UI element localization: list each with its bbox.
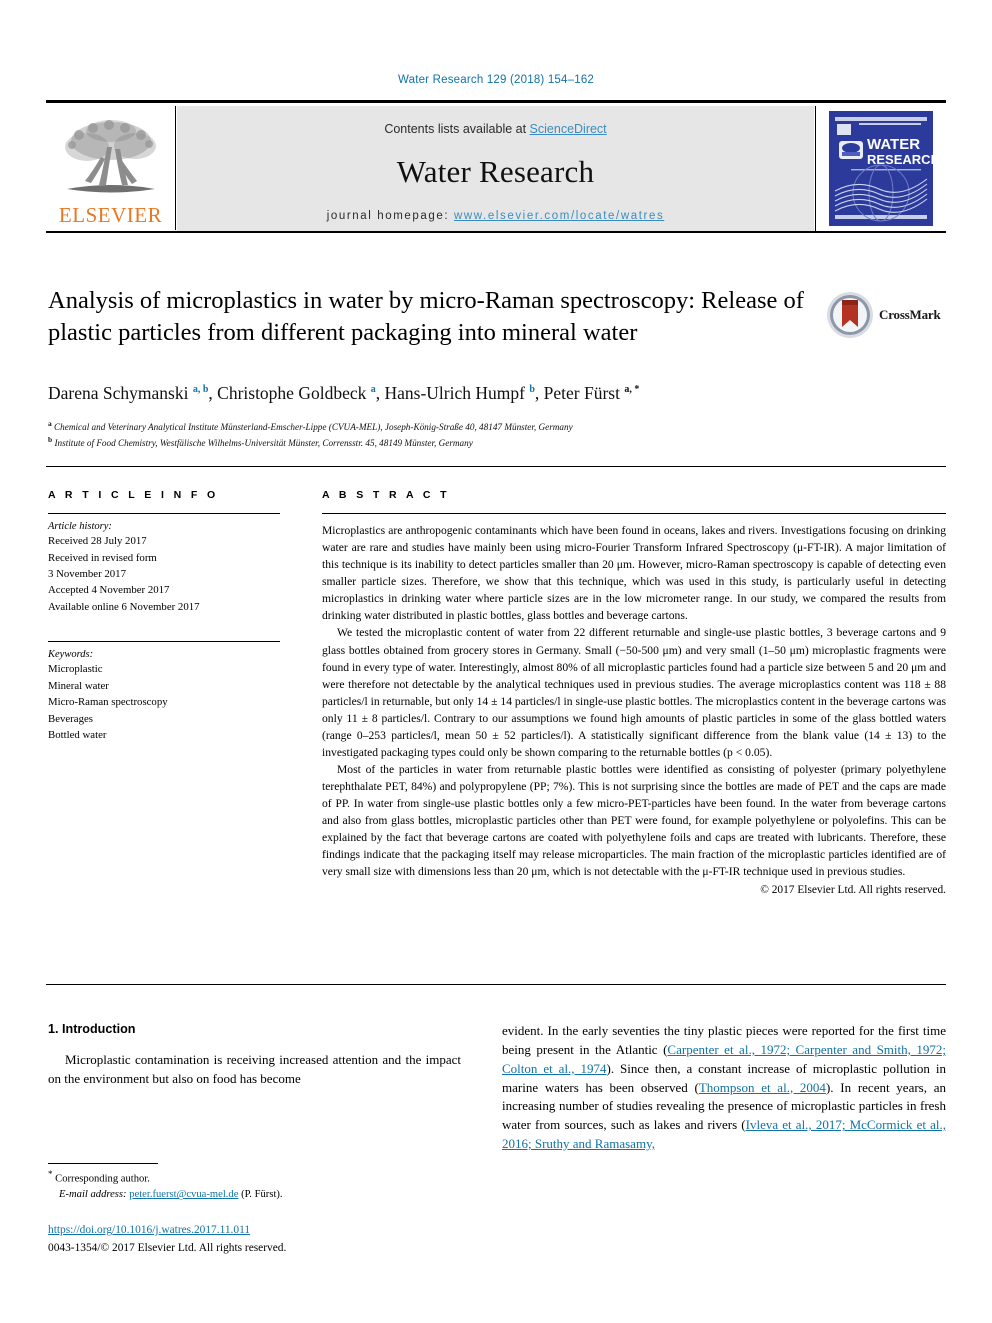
section-heading-introduction: 1. Introduction — [48, 1022, 136, 1036]
author-separator: , — [208, 383, 218, 403]
citation-link[interactable]: Thompson et al., 2004 — [699, 1080, 826, 1095]
email-line: E-mail address: peter.fuerst@cvua-mel.de… — [48, 1187, 468, 1203]
article-history-line: Available online 6 November 2017 — [48, 600, 200, 613]
affiliation-line: b Institute of Food Chemistry, Westfälis… — [48, 434, 938, 450]
intro-paragraph-right: evident. In the early seventies the tiny… — [502, 1022, 946, 1154]
abstract-paragraphs: Microplastics are anthropogenic contamin… — [322, 522, 946, 880]
corresponding-author-note: * Corresponding author. E-mail address: … — [48, 1168, 468, 1203]
elsevier-tree-icon — [64, 120, 156, 193]
author-affiliation-marker: a, b — [192, 384, 209, 396]
corresponding-marker: * — [48, 1169, 53, 1179]
title-block: Analysis of microplastics in water by mi… — [48, 285, 838, 350]
corresponding-label: Corresponding author. — [55, 1173, 150, 1185]
doi-link[interactable]: https://doi.org/10.1016/j.watres.2017.11… — [48, 1224, 250, 1236]
article-info-rule — [48, 513, 280, 515]
author-name: Christophe Goldbeck — [217, 383, 371, 403]
article-info-heading: A R T I C L E I N F O — [48, 489, 219, 501]
author-list: Darena Schymanski a, b, Christophe Goldb… — [48, 383, 928, 404]
journal-title: Water Research — [396, 154, 595, 189]
author-name: Hans-Ulrich Humpf — [384, 383, 530, 403]
affiliation-text: Institute of Food Chemistry, Westfälisch… — [52, 438, 473, 449]
journal-article-page: Water Research 129 (2018) 154–162 ELSEVI… — [0, 0, 992, 1323]
journal-homepage-line: journal homepage: www.elsevier.com/locat… — [327, 210, 665, 222]
journal-cover-image: WATER RESEARCH — [829, 111, 933, 226]
crossmark-icon — [827, 292, 873, 338]
keyword-item: Mineral water — [48, 679, 109, 692]
journal-masthead: ELSEVIER Contents lists available at Sci… — [46, 100, 946, 234]
affiliation-line: a Chemical and Veterinary Analytical Ins… — [48, 418, 938, 434]
abstract-paragraph: Microplastics are anthropogenic contamin… — [322, 524, 946, 623]
keyword-item: Beverages — [48, 712, 93, 725]
masthead-bottom-rule — [46, 231, 946, 233]
svg-text:WATER: WATER — [867, 136, 920, 153]
crossmark-badge-group[interactable]: CrossMark — [826, 287, 946, 343]
keyword-lines: Microplastic Mineral water Micro-Raman spe… — [48, 661, 280, 743]
abstract-paragraph: Most of the particles in water from retu… — [322, 762, 946, 878]
article-history-label: Article history: — [48, 521, 112, 533]
article-history-line: Received 28 July 2017 — [48, 535, 147, 548]
keyword-item: Microplastic — [48, 663, 103, 676]
author-separator: , — [534, 383, 544, 403]
issn-copyright-line: 0043-1354/© 2017 Elsevier Ltd. All right… — [48, 1241, 287, 1254]
keyword-item: Micro-Raman spectroscopy — [48, 696, 168, 709]
elsevier-wordmark: ELSEVIER — [58, 203, 163, 227]
corresponding-author-line: * Corresponding author. — [48, 1168, 468, 1187]
article-history-line: Accepted 4 November 2017 — [48, 584, 170, 597]
crossmark-label: CrossMark — [879, 307, 941, 322]
journal-homepage-link[interactable]: www.elsevier.com/locate/watres — [454, 210, 664, 222]
article-history-line: Received in revised form — [48, 551, 157, 564]
abstract-rule — [322, 513, 946, 515]
svg-text:RESEARCH: RESEARCH — [867, 152, 933, 167]
running-head: Water Research 129 (2018) 154–162 — [397, 74, 595, 86]
page-title: Analysis of microplastics in water by mi… — [48, 287, 804, 347]
article-history-line: 3 November 2017 — [48, 568, 126, 580]
contents-available-line: Contents lists available at ScienceDirec… — [384, 122, 606, 136]
info-abstract-top-rule — [46, 466, 946, 468]
keywords-block: Keywords: Microplastic Mineral water Micro… — [48, 641, 280, 743]
footnote-rule — [48, 1163, 158, 1165]
email-owner: (P. Fürst). — [241, 1189, 283, 1201]
body-column-right: evident. In the early seventies the tiny… — [502, 1022, 946, 1154]
contents-prefix: Contents lists available at — [384, 122, 530, 136]
email-link[interactable]: peter.fuerst@cvua-mel.de — [129, 1189, 238, 1200]
abstract-column: A B S T R A C T Microplastics are anthro… — [322, 489, 946, 896]
elsevier-logo: ELSEVIER — [46, 106, 176, 230]
author-name: Peter Fürst — [543, 383, 625, 403]
keywords-label: Keywords: — [48, 649, 94, 661]
intro-paragraph-left: Microplastic contamination is receiving … — [48, 1052, 461, 1086]
body-top-rule — [46, 984, 946, 986]
keywords-rule — [48, 641, 280, 643]
journal-band: Contents lists available at ScienceDirec… — [177, 106, 814, 231]
sciencedirect-link[interactable]: ScienceDirect — [530, 122, 607, 136]
abstract-copyright: © 2017 Elsevier Ltd. All rights reserved… — [760, 883, 946, 896]
masthead-top-rule — [46, 100, 946, 103]
homepage-label: journal homepage: — [326, 210, 454, 222]
article-history-lines: Received 28 July 2017 Received in revised… — [48, 533, 280, 615]
affiliation-list: a Chemical and Veterinary Analytical Ins… — [48, 418, 938, 451]
email-label: E-mail address: — [59, 1189, 127, 1201]
author-affiliation-marker: a, * — [624, 384, 640, 396]
affiliation-text: Chemical and Veterinary Analytical Insti… — [51, 422, 573, 433]
article-info-column: A R T I C L E I N F O Article history: R… — [48, 489, 280, 743]
journal-cover-box: WATER RESEARCH — [815, 106, 946, 231]
body-column-left: 1. Introduction Microplastic contaminati… — [48, 1022, 461, 1089]
abstract-heading: A B S T R A C T — [322, 489, 450, 501]
doi-block: https://doi.org/10.1016/j.watres.2017.11… — [48, 1222, 488, 1257]
keyword-item: Bottled water — [48, 729, 107, 742]
abstract-paragraph: We tested the microplastic content of wa… — [322, 626, 946, 759]
author-name: Darena Schymanski — [48, 383, 193, 403]
